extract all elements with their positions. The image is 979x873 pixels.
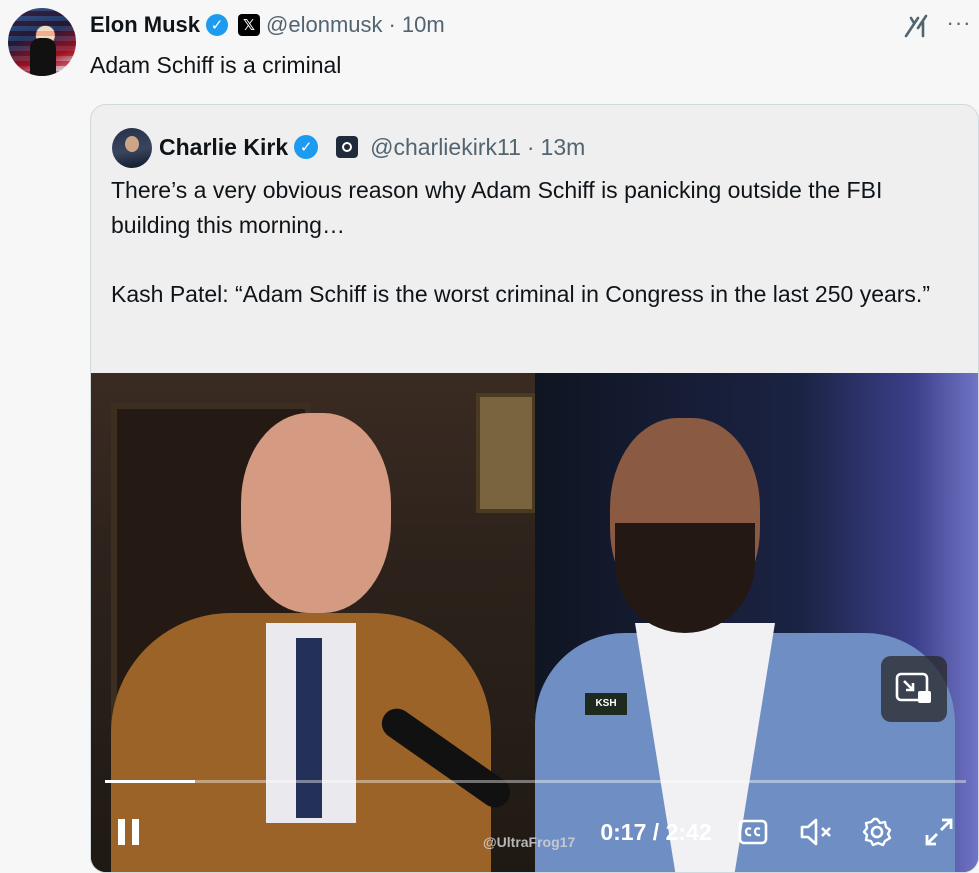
author-avatar[interactable] <box>8 8 76 76</box>
video-time-display: 0:17 / 2:42 <box>591 803 721 861</box>
video-controls: 0:17 / 2:42 <box>91 803 978 861</box>
video-player[interactable]: KSH @UltraFrog17 0:17 / 2:42 <box>91 373 978 872</box>
pause-icon[interactable] <box>109 803 149 861</box>
gear-icon[interactable] <box>857 803 897 861</box>
verified-badge-icon[interactable]: ✓ <box>206 14 229 36</box>
quoted-author-name[interactable]: Charlie Kirk <box>159 134 288 161</box>
muted-icon[interactable] <box>797 803 837 861</box>
post-header: Elon Musk ✓ 𝕏 @elonmusk · 10m <box>90 10 445 40</box>
captions-icon[interactable] <box>735 803 771 861</box>
quoted-post-header: Charlie Kirk ✓ @charliekirk11 · 13m <box>159 129 585 165</box>
time-separator: / <box>646 818 666 845</box>
quoted-author-handle[interactable]: @charliekirk11 <box>370 134 521 161</box>
author-name[interactable]: Elon Musk <box>90 12 200 38</box>
x-logo-icon[interactable]: 𝕏 <box>238 14 261 36</box>
quoted-header-separator: · <box>526 133 535 160</box>
verified-badge-icon[interactable]: ✓ <box>294 135 319 159</box>
video-progress-fill <box>105 780 195 783</box>
duration: 2:42 <box>665 818 712 845</box>
post-text: Adam Schiff is a criminal <box>90 52 342 78</box>
affiliation-badge-icon[interactable] <box>336 136 359 158</box>
quoted-post-text: There’s a very obvious reason why Adam S… <box>111 173 961 311</box>
lapel-pin: KSH <box>585 693 627 715</box>
header-separator: · <box>388 12 396 37</box>
quoted-text-paragraph: There’s a very obvious reason why Adam S… <box>111 177 883 238</box>
more-icon[interactable]: ··· <box>942 8 976 44</box>
video-frame-left <box>91 373 536 872</box>
author-handle[interactable]: @elonmusk <box>266 12 383 38</box>
avatar-figure <box>30 38 56 76</box>
current-time: 0:17 <box>600 818 647 845</box>
post-timestamp[interactable]: 10m <box>402 12 445 38</box>
grok-icon[interactable] <box>898 8 934 44</box>
video-progress-bar[interactable] <box>105 780 966 783</box>
video-frame-right: KSH <box>535 373 978 872</box>
fullscreen-icon[interactable] <box>919 803 959 861</box>
quoted-post-timestamp[interactable]: 13m <box>541 134 586 161</box>
quoted-post[interactable]: Charlie Kirk ✓ @charliekirk11 · 13m Ther… <box>90 104 979 873</box>
quoted-author-avatar[interactable] <box>112 128 152 168</box>
quoted-text-paragraph: Kash Patel: “Adam Schiff is the worst cr… <box>111 280 930 307</box>
picture-in-picture-icon[interactable] <box>881 656 947 722</box>
